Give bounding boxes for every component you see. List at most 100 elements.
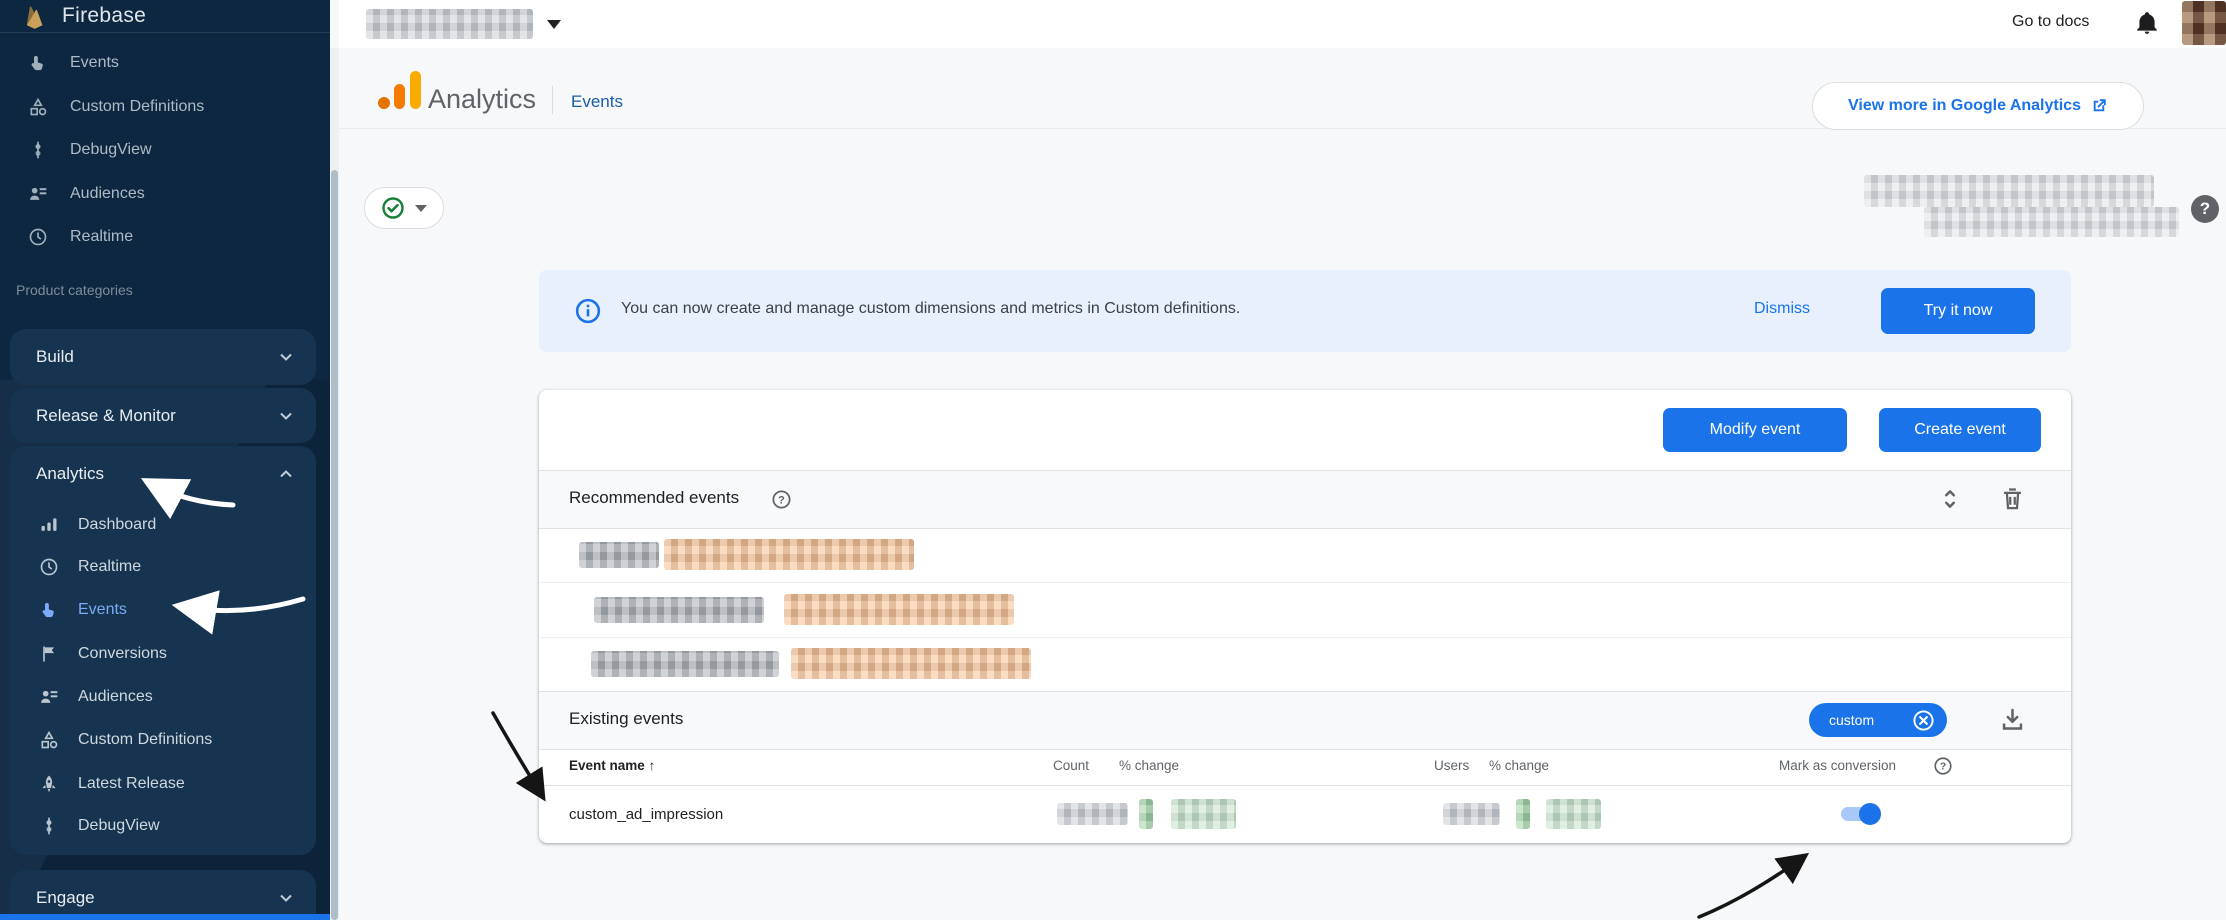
modify-event-button[interactable]: Modify event (1663, 408, 1847, 452)
events-table-header: Event name ↑ Count % change Users % chan… (539, 748, 2071, 786)
filter-chip-label: custom (1829, 712, 1874, 728)
help-outline-icon[interactable]: ? (1933, 756, 1953, 776)
existing-events-header: Existing events custom (539, 691, 2071, 750)
recommended-events-title: Recommended events (569, 488, 739, 508)
mark-as-conversion-toggle[interactable] (1841, 802, 1881, 826)
group-label: Engage (36, 888, 95, 908)
sidebar-item-realtime[interactable]: Realtime (10, 546, 316, 588)
go-to-docs-link[interactable]: Go to docs (2012, 13, 2089, 31)
project-name-redacted (366, 9, 533, 39)
sidebar-item-audiences[interactable]: Audiences (10, 676, 316, 718)
event-description-redacted (784, 594, 1014, 625)
shapes-icon (26, 95, 50, 119)
info-banner: You can now create and manage custom dim… (539, 270, 2071, 352)
firebase-brand[interactable]: Firebase (0, 0, 330, 33)
event-name-redacted (579, 542, 659, 568)
sidebar-scrollbar[interactable] (330, 48, 339, 920)
event-description-redacted (664, 539, 914, 570)
chevron-down-icon (276, 406, 296, 426)
event-table-row[interactable]: custom_ad_impression (539, 785, 2071, 843)
view-more-in-ga-button[interactable]: View more in Google Analytics (1812, 82, 2144, 130)
sidebar-item-events[interactable]: Events (10, 589, 316, 631)
app-stream-status-selector[interactable] (364, 187, 444, 229)
column-users[interactable]: Users (1434, 758, 1469, 773)
project-selector[interactable] (547, 20, 561, 29)
scrollbar-thumb[interactable] (331, 170, 338, 920)
product-name: Analytics (428, 84, 536, 115)
create-event-button[interactable]: Create event (1879, 408, 2041, 452)
sidebar-item-label: Audiences (70, 185, 145, 203)
sidebar-group-release-monitor[interactable]: Release & Monitor (10, 388, 316, 443)
column-users-percent-change[interactable]: % change (1489, 758, 1549, 773)
sidebar-item-realtime-top[interactable]: Realtime (0, 218, 330, 256)
custom-filter-chip[interactable]: custom (1809, 703, 1947, 737)
notifications-bell-icon[interactable] (2134, 10, 2160, 41)
sort-asc-arrow: ↑ (649, 758, 656, 773)
sidebar-item-conversions[interactable]: Conversions (10, 633, 316, 675)
sidebar-item-debugview-top[interactable]: DebugView (0, 131, 330, 169)
recommended-event-row[interactable] (539, 582, 2071, 638)
sidebar-item-label: Realtime (78, 558, 141, 576)
dismiss-button[interactable]: Dismiss (1754, 300, 1810, 318)
change-arrow-redacted (1516, 799, 1530, 829)
svg-text:?: ? (778, 494, 785, 506)
sidebar-item-debugview[interactable]: DebugView (10, 805, 316, 847)
column-percent-change[interactable]: % change (1119, 758, 1179, 773)
sidebar-group-build[interactable]: Build (10, 329, 316, 385)
column-event-name[interactable]: Event name ↑ (569, 758, 655, 773)
try-it-now-button[interactable]: Try it now (1881, 288, 2035, 334)
main-content: Go to docs Analytics Events View more in… (339, 0, 2226, 920)
trash-icon[interactable] (1999, 485, 2026, 512)
page-title: Events (571, 92, 623, 112)
firebase-flame-icon (22, 3, 48, 29)
brand-name: Firebase (62, 4, 146, 28)
recommended-event-row[interactable] (539, 636, 2071, 692)
firebase-console: Firebase Events Custom Definitions Debug… (0, 0, 2226, 920)
clock-icon (26, 225, 50, 249)
audiences-icon (38, 686, 60, 708)
chevron-up-icon (276, 464, 296, 484)
info-icon (574, 297, 602, 325)
event-name-cell: custom_ad_impression (569, 806, 723, 823)
sidebar: Firebase Events Custom Definitions Debug… (0, 0, 330, 920)
view-more-label: View more in Google Analytics (1848, 97, 2081, 115)
caret-down-icon (547, 20, 561, 29)
download-icon[interactable] (1999, 706, 2026, 733)
existing-events-title: Existing events (569, 709, 683, 729)
sidebar-item-label: Custom Definitions (70, 98, 204, 116)
change-arrow-redacted (1139, 799, 1153, 829)
rocket-icon (38, 773, 60, 795)
check-circle-icon (381, 196, 405, 220)
users-percent-change-redacted (1546, 799, 1601, 829)
sidebar-item-label: Audiences (78, 688, 153, 706)
sidebar-item-dashboard[interactable]: Dashboard (10, 504, 316, 546)
sidebar-item-latest-release[interactable]: Latest Release (10, 763, 316, 805)
group-label: Build (36, 347, 74, 367)
sidebar-item-custom-definitions-top[interactable]: Custom Definitions (0, 88, 330, 126)
sidebar-item-custom-definitions[interactable]: Custom Definitions (10, 719, 316, 761)
sidebar-item-label: Custom Definitions (78, 731, 212, 749)
help-outline-icon[interactable]: ? (771, 489, 792, 510)
sidebar-item-label: Conversions (78, 645, 167, 663)
sidebar-item-events-top[interactable]: Events (0, 44, 330, 82)
column-count[interactable]: Count (1053, 758, 1089, 773)
touch-icon (26, 51, 50, 75)
users-value-redacted (1443, 803, 1500, 825)
sidebar-group-analytics-header[interactable]: Analytics (10, 446, 316, 501)
date-range-redacted (1924, 207, 2179, 237)
close-icon[interactable] (1912, 709, 1935, 732)
user-avatar[interactable] (2182, 1, 2226, 45)
sidebar-group-engage[interactable]: Engage (10, 870, 316, 920)
event-name-redacted (591, 651, 779, 677)
sidebar-item-audiences-top[interactable]: Audiences (0, 175, 330, 213)
unfold-sort-icon[interactable] (1937, 486, 1963, 512)
shapes-icon (38, 729, 60, 751)
toggle-knob (1859, 803, 1881, 825)
recommended-event-row[interactable] (539, 527, 2071, 583)
sidebar-item-label: Realtime (70, 228, 133, 246)
sidebar-item-label: Latest Release (78, 775, 185, 793)
help-icon[interactable]: ? (2191, 195, 2219, 223)
count-value-redacted (1057, 803, 1128, 825)
group-label: Analytics (36, 464, 104, 484)
window-edge-highlight (0, 914, 330, 920)
